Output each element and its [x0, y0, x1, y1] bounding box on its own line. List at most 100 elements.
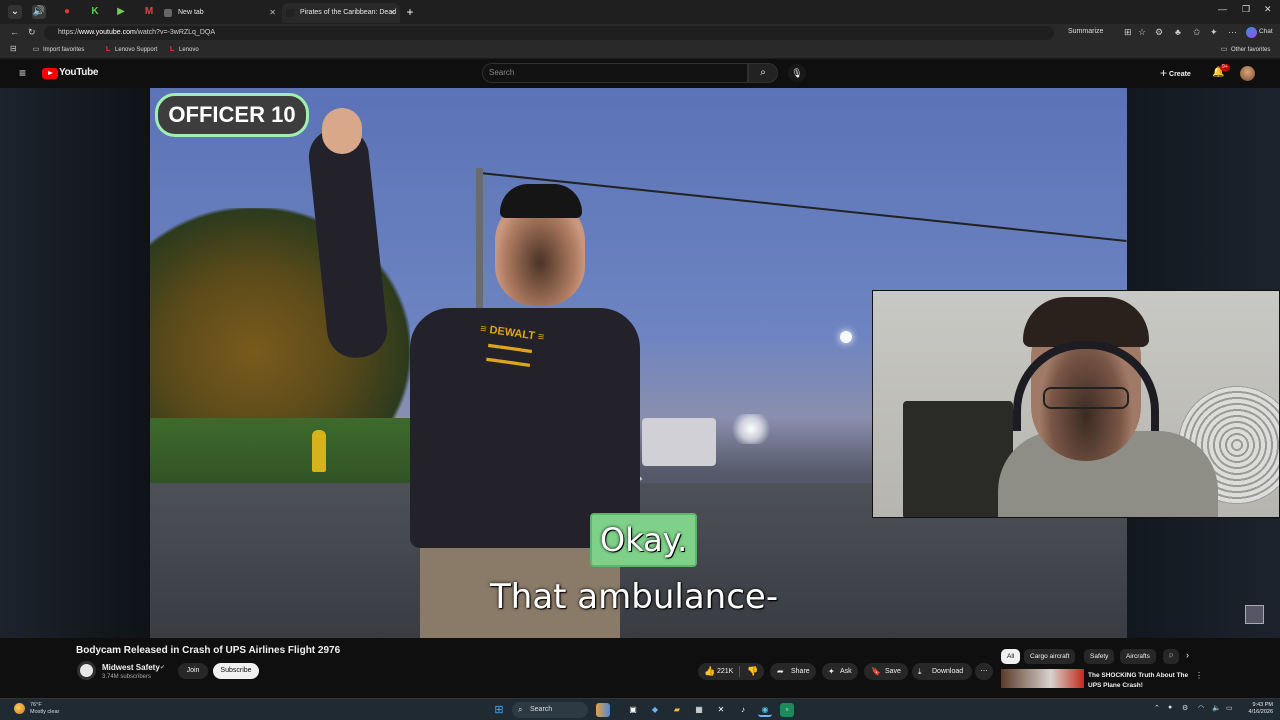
collections-icon[interactable]: ✩: [1193, 27, 1201, 38]
taskbar-search[interactable]: ⌕ Search: [512, 702, 588, 718]
widgets-icon[interactable]: [596, 703, 610, 717]
ask-label: Ask: [840, 668, 852, 675]
battery-icon[interactable]: ▭: [1226, 704, 1233, 712]
summarize-button[interactable]: Summarize: [1068, 28, 1103, 35]
audio-tab-icon[interactable]: 🔊: [32, 5, 46, 19]
url-host: www.youtube.com: [79, 29, 136, 36]
file-explorer-icon[interactable]: ▰: [670, 703, 684, 717]
copilot-icon[interactable]: [1246, 27, 1257, 38]
create-label: Create: [1169, 71, 1191, 78]
search-icon: ⌕: [518, 705, 523, 714]
tab-new-tab[interactable]: New tab ✕: [160, 3, 280, 23]
url-field[interactable]: https://www.youtube.com/watch?v=-3wRZLq_…: [44, 26, 1054, 40]
more-menu-icon[interactable]: ⋯: [1228, 27, 1237, 38]
close-tab-icon[interactable]: ✕: [389, 3, 396, 23]
recommended-menu-icon[interactable]: ⋮: [1195, 671, 1203, 680]
channel-avatar[interactable]: [77, 661, 96, 680]
webcam-person-hair: [1023, 297, 1149, 347]
notification-badge: 9+: [1220, 64, 1230, 71]
chip-cargo-aircraft[interactable]: Cargo aircraft: [1024, 649, 1076, 664]
video-headlights: [728, 414, 774, 444]
hamburger-menu-icon[interactable]: ≡: [19, 66, 26, 80]
favorite-lenovo-support[interactable]: L Lenovo Support: [104, 45, 158, 55]
more-actions-icon[interactable]: ⋯: [975, 663, 993, 680]
refresh-icon[interactable]: ↻: [28, 27, 36, 38]
favorite-lenovo[interactable]: L Lenovo: [168, 45, 199, 55]
ask-button[interactable]: ✦ Ask: [822, 663, 858, 680]
kick-tab-icon[interactable]: K: [88, 5, 102, 19]
caption-line-2: That ambulance-: [490, 577, 779, 617]
download-icon: ⤓: [918, 667, 922, 676]
x-app-icon[interactable]: ✕: [714, 703, 728, 717]
chat-button[interactable]: Chat: [1259, 28, 1273, 35]
share-button[interactable]: ➦ Share: [770, 663, 816, 680]
channel-watermark-icon[interactable]: [1245, 605, 1264, 624]
favorite-star-icon[interactable]: ☆: [1138, 27, 1146, 38]
channel-name[interactable]: Midwest Safety: [102, 663, 160, 672]
taskbar-clock[interactable]: 9:43 PM 4/16/2026: [1243, 702, 1273, 716]
copilot-app-icon[interactable]: ◆: [648, 703, 662, 717]
sidebar-toggle-icon[interactable]: ⊟: [10, 44, 17, 53]
create-button[interactable]: + Create: [1160, 66, 1191, 82]
wifi-icon[interactable]: ◠: [1198, 704, 1204, 712]
window-close-icon[interactable]: ✕: [1264, 4, 1272, 15]
chip-all[interactable]: All: [1001, 649, 1021, 664]
like-count[interactable]: 221K: [717, 663, 733, 680]
tab-title: New tab: [178, 9, 204, 16]
download-button[interactable]: ⤓ Download: [912, 663, 972, 680]
gmail-tab-icon[interactable]: M: [142, 5, 156, 19]
officer-badge: OFFICER 10: [155, 93, 309, 137]
youtube-logo-icon[interactable]: [42, 68, 58, 79]
tab-actions-icon[interactable]: ⌄: [8, 5, 22, 19]
dislike-icon[interactable]: 👎: [747, 663, 758, 680]
back-icon[interactable]: ←: [10, 27, 19, 37]
chip-aircrafts[interactable]: Aircrafts: [1120, 649, 1156, 664]
chip-partial[interactable]: P: [1163, 649, 1180, 664]
chip-safety[interactable]: Safety: [1084, 649, 1115, 664]
subscribe-button[interactable]: Subscribe: [213, 663, 259, 679]
edge-browser-icon[interactable]: ◉: [758, 703, 772, 717]
verified-icon: ✔: [160, 665, 166, 671]
save-button[interactable]: 🔖 Save: [864, 663, 908, 680]
play-tab-icon[interactable]: ▶: [114, 5, 128, 19]
tray-overflow-icon[interactable]: ⌃: [1154, 704, 1160, 712]
tray-app-icon[interactable]: ●: [1168, 704, 1172, 711]
maximize-icon[interactable]: ❐: [1242, 4, 1250, 15]
split-screen-icon[interactable]: ⊞: [1124, 27, 1132, 38]
volume-icon[interactable]: 🔈: [1212, 704, 1221, 712]
green-app-icon[interactable]: ▫: [780, 703, 794, 717]
video-pickup-truck: [642, 418, 716, 466]
tray-settings-icon[interactable]: ⚙: [1182, 704, 1188, 712]
favorite-import[interactable]: ▭ Import favorites: [32, 45, 85, 55]
weather-widget[interactable]: 76°F Mostly clear: [14, 702, 59, 716]
profile-icon[interactable]: ♣: [1175, 27, 1181, 37]
like-icon[interactable]: 👍: [704, 663, 715, 680]
start-windows-icon[interactable]: ⊞: [492, 703, 506, 717]
windows-taskbar: 76°F Mostly clear ⊞ ⌕ Search ▣ ◆ ▰ ▦ ✕ ♪…: [0, 698, 1280, 720]
url-path: /watch?v=-3wRZLq_DQA: [135, 29, 215, 36]
tiktok-icon[interactable]: ♪: [736, 703, 750, 717]
tab-pirates[interactable]: Pirates of the Caribbean: Dead M... ✕: [282, 3, 400, 36]
extensions-icon[interactable]: ⚙: [1155, 27, 1163, 38]
youtube-logo-text[interactable]: YouTube: [59, 67, 99, 78]
mic-icon: 🎙: [791, 68, 803, 78]
other-favorites[interactable]: ▭ Other favorites: [1220, 45, 1271, 55]
account-avatar[interactable]: [1240, 66, 1255, 81]
search-input[interactable]: Search: [482, 63, 748, 83]
close-tab-icon[interactable]: ✕: [269, 3, 276, 23]
task-view-icon[interactable]: ▣: [626, 703, 640, 717]
video-shirt-graphic: ≡ DEWALT ≡ ▬▬▬▬ ▬▬▬▬: [479, 322, 546, 370]
new-tab-plus-icon[interactable]: +: [403, 5, 417, 19]
minimize-icon[interactable]: —: [1218, 4, 1227, 14]
player-left-background: [0, 88, 150, 638]
search-button[interactable]: ⌕: [748, 63, 778, 83]
tools-icon[interactable]: ✦: [1210, 27, 1218, 38]
webcam-glasses: [1043, 387, 1129, 409]
record-tab-icon[interactable]: ●: [60, 5, 74, 19]
download-label: Download: [932, 668, 964, 675]
voice-search-button[interactable]: 🎙: [788, 64, 806, 82]
join-button[interactable]: Join: [178, 663, 208, 679]
store-icon[interactable]: ▦: [692, 703, 706, 717]
chips-next-icon[interactable]: ›: [1186, 650, 1189, 660]
plus-icon: +: [1160, 66, 1168, 80]
